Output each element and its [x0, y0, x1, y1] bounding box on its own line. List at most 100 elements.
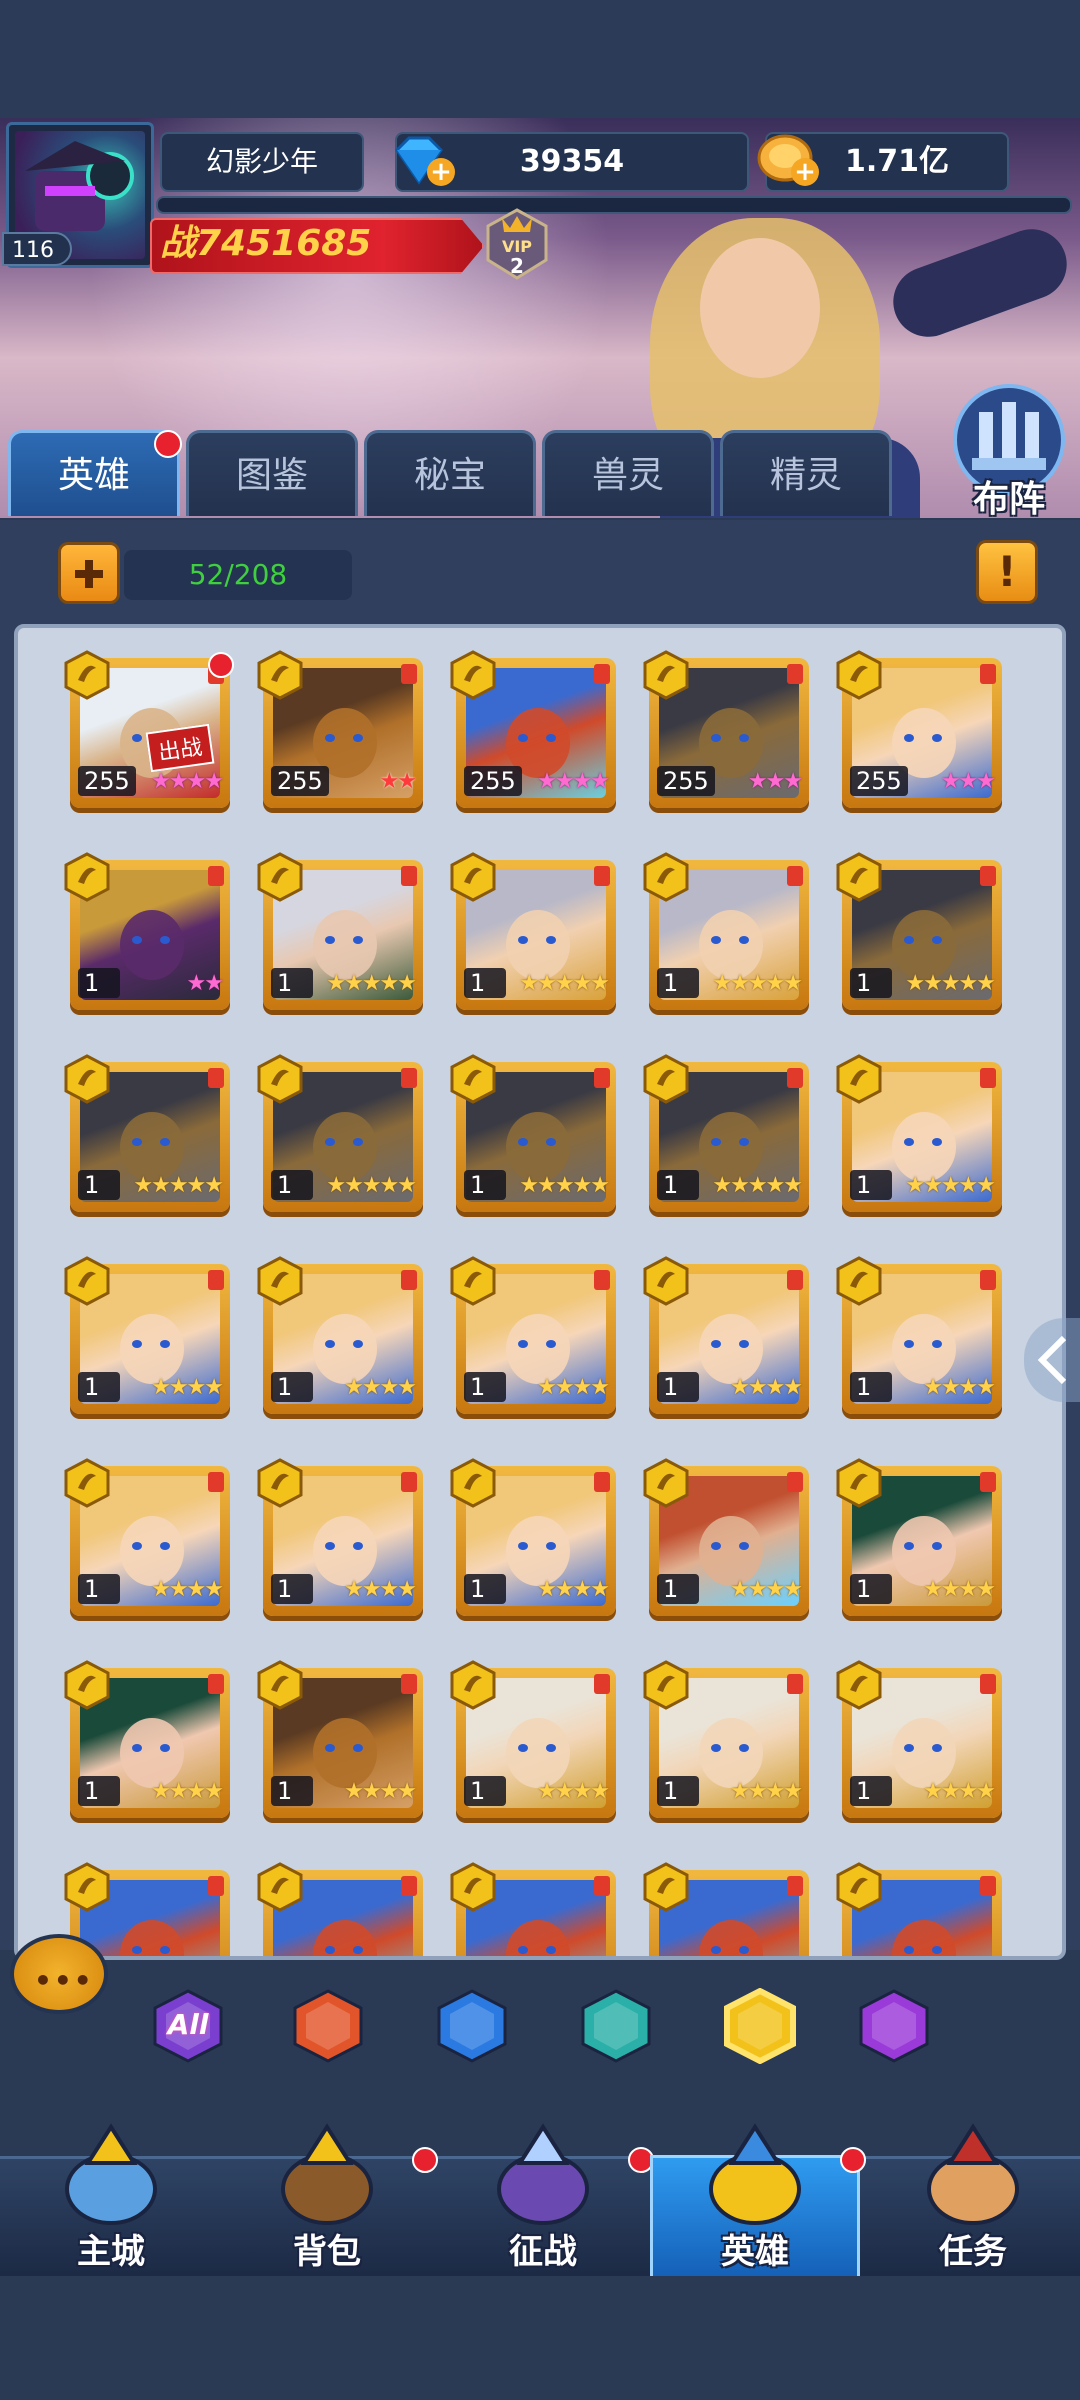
hero-card[interactable]: 1 ★★★★	[836, 1256, 1002, 1414]
rarity-mark	[980, 1674, 996, 1694]
hero-card[interactable]: 1 ★★★★	[450, 1256, 616, 1414]
hero-card[interactable]: 1 ★★★★	[836, 1458, 1002, 1616]
hero-card[interactable]: 1 ★★★★	[643, 1660, 809, 1818]
light-faction-icon	[257, 1660, 303, 1710]
hero-card[interactable]: 1 ★★★★★	[257, 852, 423, 1010]
hero-stars: ★★★★	[923, 1375, 996, 1400]
tab-beast-spirit[interactable]: 兽灵	[542, 430, 714, 516]
hero-card[interactable]: 1 ★★★★	[257, 1458, 423, 1616]
add-hero-slot-button[interactable]	[58, 542, 120, 604]
rarity-mark	[787, 1270, 803, 1290]
rarity-mark	[787, 866, 803, 886]
rarity-mark	[980, 1270, 996, 1290]
light-faction-icon	[450, 1862, 496, 1912]
vip-badge[interactable]: VIP 2	[480, 208, 554, 282]
tab-treasure-label: 秘宝	[413, 455, 486, 496]
death-faction-icon[interactable]	[578, 1988, 654, 2064]
hero-level: 255	[78, 766, 136, 796]
hero-card[interactable]: 1 ★★	[64, 852, 230, 1010]
hero-card[interactable]: 255 ★★★★	[450, 650, 616, 808]
hero-card[interactable]: 1 ★★★★★	[643, 852, 809, 1010]
hero-card[interactable]: 1 ★★★★	[643, 1458, 809, 1616]
hero-card[interactable]: 1 ★★★★★	[450, 852, 616, 1010]
dark-faction-icon[interactable]	[856, 1988, 932, 2064]
hero-card[interactable]: 1 ★★★★	[257, 1256, 423, 1414]
nav-main-city[interactable]: 主城	[6, 2109, 216, 2279]
light-faction-icon[interactable]	[722, 1987, 798, 2065]
hero-card[interactable]: 1 ★★★★★	[257, 1054, 423, 1212]
rarity-mark	[208, 1270, 224, 1290]
hero-card[interactable]	[257, 1862, 423, 1956]
hero-card[interactable]: 1 ★★★★	[450, 1660, 616, 1818]
hero-card[interactable]	[450, 1862, 616, 1956]
hero-card[interactable]: 1 ★★★★	[450, 1458, 616, 1616]
hero-card[interactable]: 1 ★★★★★	[64, 1054, 230, 1212]
gold-counter[interactable]: + 1.71亿	[757, 132, 1009, 192]
light-faction-icon	[643, 1054, 689, 1104]
hero-card[interactable]: 1 ★★★★	[836, 1660, 1002, 1818]
hero-card[interactable]: 1 ★★★★	[64, 1660, 230, 1818]
hero-card[interactable]: 1 ★★★★	[64, 1458, 230, 1616]
castle-icon	[65, 2123, 157, 2225]
all-filter-icon[interactable]: All	[150, 1988, 226, 2064]
nav-main-city-label: 主城	[77, 2232, 145, 2272]
hero-stars: ★★★★★	[905, 1173, 996, 1198]
rarity-mark	[594, 1472, 610, 1492]
portal-icon	[497, 2123, 589, 2225]
light-faction-icon	[257, 1054, 303, 1104]
banner-hero-face	[700, 238, 820, 378]
rarity-mark	[401, 664, 417, 684]
hero-card[interactable]	[643, 1862, 809, 1956]
hero-card[interactable]: 1 ★★★★★	[836, 852, 1002, 1010]
hero-card[interactable]	[836, 1862, 1002, 1956]
hero-stars: ★★★★★	[519, 1173, 610, 1198]
hero-card[interactable]: 1 ★★★★	[643, 1256, 809, 1414]
light-faction-icon	[643, 852, 689, 902]
hero-card[interactable]: 255 ★★★	[836, 650, 1002, 808]
light-faction-icon	[64, 1458, 110, 1508]
nav-heroes[interactable]: 英雄	[650, 2109, 866, 2279]
rarity-mark	[208, 1876, 224, 1896]
nav-backpack[interactable]: 背包	[222, 2109, 438, 2279]
nav-campaign[interactable]: 征战	[438, 2109, 654, 2279]
water-faction-icon[interactable]	[434, 1988, 510, 2064]
rarity-mark	[787, 1674, 803, 1694]
light-faction-icon	[64, 1660, 110, 1710]
tab-elf[interactable]: 精灵	[720, 430, 892, 516]
hero-card[interactable]: 1 ★★★★★	[643, 1054, 809, 1212]
hero-card[interactable]: 1 ★★★★	[64, 1256, 230, 1414]
light-faction-icon	[643, 1660, 689, 1710]
hero-level: 1	[657, 968, 699, 998]
info-button[interactable]: !	[976, 540, 1038, 604]
hero-level: 1	[657, 1372, 699, 1402]
side-expand-arrow[interactable]	[1024, 1318, 1080, 1402]
nav-tasks[interactable]: 任务	[868, 2109, 1078, 2279]
hero-level: 1	[464, 1170, 506, 1200]
hero-card[interactable]: 1 ★★★★★	[450, 1054, 616, 1212]
light-faction-icon	[64, 852, 110, 902]
rarity-mark	[980, 866, 996, 886]
tab-treasure[interactable]: 秘宝	[364, 430, 536, 516]
hero-level: 1	[464, 968, 506, 998]
rarity-mark	[401, 1472, 417, 1492]
hero-level: 1	[850, 1574, 892, 1604]
tab-heroes-notification-dot	[154, 430, 182, 458]
hero-card[interactable]: 255 ★★★★ 出战	[64, 650, 234, 808]
rarity-mark	[208, 1068, 224, 1088]
hero-stars: ★★★★	[923, 1779, 996, 1804]
hero-card[interactable]: 1 ★★★★★	[836, 1054, 1002, 1212]
light-faction-icon	[64, 1054, 110, 1104]
hero-stars: ★★★★	[344, 1779, 417, 1804]
hero-stars: ★★★★★	[519, 971, 610, 996]
hero-card[interactable]: 255 ★★★	[643, 650, 809, 808]
tab-codex[interactable]: 图鉴	[186, 430, 358, 516]
hero-card[interactable]: 255 ★★	[257, 650, 423, 808]
light-faction-icon	[64, 1862, 110, 1912]
hero-card[interactable]: 1 ★★★★	[257, 1660, 423, 1818]
rarity-mark	[401, 866, 417, 886]
nav-backpack-label: 背包	[293, 2232, 361, 2272]
hero-level: 1	[271, 1574, 313, 1604]
player-info-row: 幻影少年 + 39354 + 1.71亿	[150, 126, 1070, 194]
diamond-counter[interactable]: + 39354	[395, 132, 749, 192]
fire-faction-icon[interactable]	[290, 1988, 366, 2064]
